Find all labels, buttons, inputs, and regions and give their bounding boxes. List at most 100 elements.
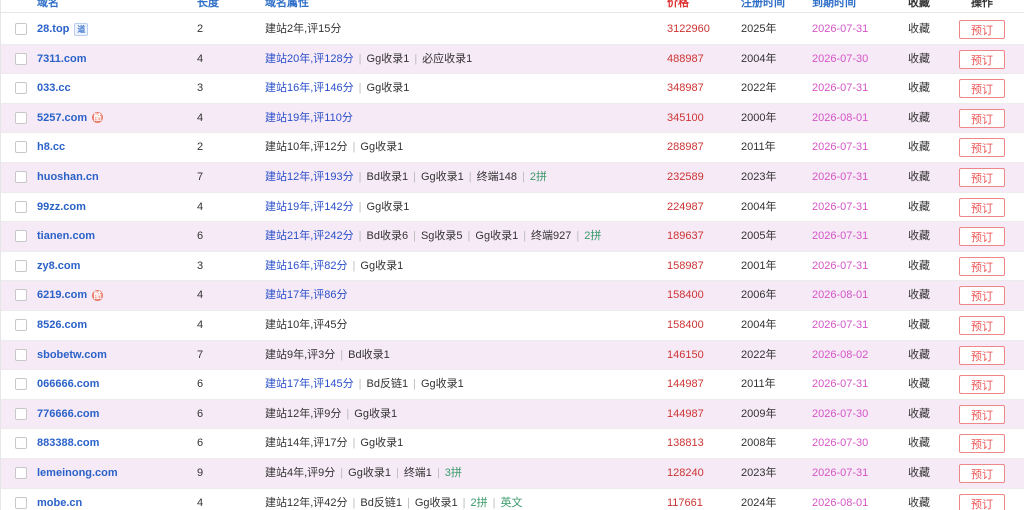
- reserve-button[interactable]: 预订: [959, 168, 1005, 187]
- favorite-link[interactable]: 收藏: [908, 459, 930, 488]
- favorite-link[interactable]: 收藏: [908, 489, 930, 510]
- row-checkbox[interactable]: [15, 407, 27, 420]
- domain-link[interactable]: sbobetw.com: [37, 341, 107, 370]
- domain-link[interactable]: 6219.com 酷: [37, 281, 104, 310]
- row-checkbox[interactable]: [15, 230, 27, 243]
- row-checkbox[interactable]: [15, 171, 27, 183]
- table-row: sbobetw.com 7 建站9年,评3分 | Bd收录1 146150 2022年 202…: [1, 340, 1024, 371]
- domain-link[interactable]: 066666.com: [37, 370, 99, 399]
- domain-link[interactable]: mobe.cn: [37, 489, 82, 510]
- reserve-button[interactable]: 预订: [959, 404, 1005, 424]
- favorite-link[interactable]: 收藏: [908, 400, 930, 429]
- reserve-button[interactable]: 预订: [959, 20, 1005, 39]
- domain-attributes: 建站12年,评193分 | Bd收录1 | Gg收录1 | 终端148 | 2拼: [265, 163, 547, 192]
- favorite-link[interactable]: 收藏: [908, 252, 930, 281]
- favorite-link[interactable]: 收藏: [908, 15, 930, 44]
- reserve-button[interactable]: 预订: [959, 138, 1005, 158]
- col-length-header[interactable]: 长度: [197, 0, 219, 10]
- favorite-link[interactable]: 收藏: [908, 45, 930, 74]
- domain-link[interactable]: 8526.com: [37, 311, 87, 340]
- reserve-button[interactable]: 预订: [959, 197, 1005, 217]
- col-attrs-header: 域名属性: [265, 0, 309, 9]
- row-checkbox[interactable]: [15, 319, 27, 331]
- favorite-link[interactable]: 收藏: [908, 104, 930, 133]
- col-price-header[interactable]: 价格: [667, 0, 689, 10]
- domain-name: zy8.com: [37, 259, 81, 272]
- attr-tag: Gg收录1: [348, 467, 391, 479]
- row-checkbox[interactable]: [15, 437, 27, 450]
- favorite-link[interactable]: 收藏: [908, 222, 930, 251]
- domain-link[interactable]: h8.cc: [37, 133, 65, 162]
- domain-link[interactable]: 776666.com: [37, 400, 99, 429]
- favorite-link[interactable]: 收藏: [908, 429, 930, 458]
- col-domain-header[interactable]: 域名: [37, 0, 59, 10]
- reserve-button[interactable]: 预订: [959, 464, 1005, 483]
- domain-link[interactable]: 883388.com: [37, 429, 99, 458]
- domain-link[interactable]: lemeinong.com: [37, 459, 118, 488]
- attr-separator: |: [436, 467, 440, 479]
- registration-year: 2001年: [741, 259, 777, 272]
- reserve-button[interactable]: 预订: [959, 434, 1005, 454]
- reserve-button[interactable]: 预订: [959, 375, 1005, 395]
- price: 158987: [667, 259, 704, 272]
- domain-attributes: 建站2年,评15分: [265, 15, 341, 44]
- reserve-button[interactable]: 预订: [959, 286, 1005, 306]
- registration-year: 2024年: [741, 496, 777, 509]
- row-checkbox[interactable]: [15, 259, 27, 272]
- reserve-button[interactable]: 预订: [959, 256, 1005, 276]
- reserve-button[interactable]: 预订: [959, 108, 1005, 128]
- row-checkbox[interactable]: [15, 200, 27, 213]
- price: 232589: [667, 171, 704, 183]
- favorite-link[interactable]: 收藏: [908, 193, 930, 222]
- favorite-link[interactable]: 收藏: [908, 74, 930, 103]
- row-checkbox[interactable]: [15, 348, 27, 361]
- domain-link[interactable]: 7311.com: [37, 45, 87, 74]
- attr-separator: |: [340, 348, 344, 361]
- reserve-button[interactable]: 预订: [959, 227, 1005, 247]
- domain-attributes: 建站16年,评82分 | Gg收录1: [265, 252, 403, 281]
- favorite-link[interactable]: 收藏: [908, 163, 930, 192]
- favorite-link[interactable]: 收藏: [908, 341, 930, 370]
- domain-link[interactable]: 28.top 道: [37, 15, 89, 44]
- table-row: zy8.com 3 建站16年,评82分 | Gg收录1 158987 2001年 2026-…: [1, 252, 1024, 282]
- domain-attributes: 建站9年,评3分 | Bd收录1: [265, 341, 390, 370]
- favorite-link[interactable]: 收藏: [908, 133, 930, 162]
- registration-year: 2009年: [741, 407, 777, 420]
- favorite-link[interactable]: 收藏: [908, 370, 930, 399]
- attr-tag: 2拼: [584, 230, 602, 243]
- row-checkbox[interactable]: [15, 141, 27, 154]
- domain-link[interactable]: tianen.com: [37, 222, 95, 251]
- row-checkbox[interactable]: [15, 23, 27, 35]
- domain-link[interactable]: zy8.com: [37, 252, 80, 281]
- row-checkbox[interactable]: [15, 111, 27, 124]
- domain-link[interactable]: huoshan.cn: [37, 163, 99, 192]
- row-checkbox[interactable]: [15, 467, 27, 479]
- col-reg-header[interactable]: 注册时间: [741, 0, 785, 10]
- price: 488987: [667, 52, 704, 65]
- favorite-link[interactable]: 收藏: [908, 311, 930, 340]
- domain-link[interactable]: 033.cc: [37, 74, 71, 103]
- attr-tag: 3拼: [444, 467, 462, 479]
- favorite-link[interactable]: 收藏: [908, 281, 930, 310]
- attr-tag: 终端148: [476, 171, 517, 183]
- price: 158400: [667, 319, 704, 331]
- reserve-button[interactable]: 预订: [959, 493, 1005, 510]
- reserve-button[interactable]: 预订: [959, 316, 1005, 335]
- row-checkbox[interactable]: [15, 52, 27, 65]
- reserve-button[interactable]: 预订: [959, 79, 1005, 99]
- attr-tag: Gg收录1: [366, 200, 410, 213]
- row-checkbox[interactable]: [15, 496, 27, 509]
- row-checkbox[interactable]: [15, 378, 27, 391]
- expire-date: 2026-07-31: [812, 141, 869, 154]
- reserve-button[interactable]: 预订: [959, 49, 1005, 69]
- domain-link[interactable]: 99zz.com: [37, 193, 86, 222]
- col-expire-header[interactable]: 到期时间: [812, 0, 856, 10]
- domain-length: 4: [197, 496, 204, 509]
- row-checkbox[interactable]: [15, 82, 27, 95]
- reserve-button[interactable]: 预订: [959, 345, 1005, 365]
- domain-name: 99zz.com: [37, 200, 86, 213]
- attr-separator: |: [414, 52, 418, 65]
- row-checkbox[interactable]: [15, 289, 27, 302]
- domain-link[interactable]: 5257.com 酷: [37, 104, 104, 133]
- attr-tag: Bd反链1: [360, 496, 402, 509]
